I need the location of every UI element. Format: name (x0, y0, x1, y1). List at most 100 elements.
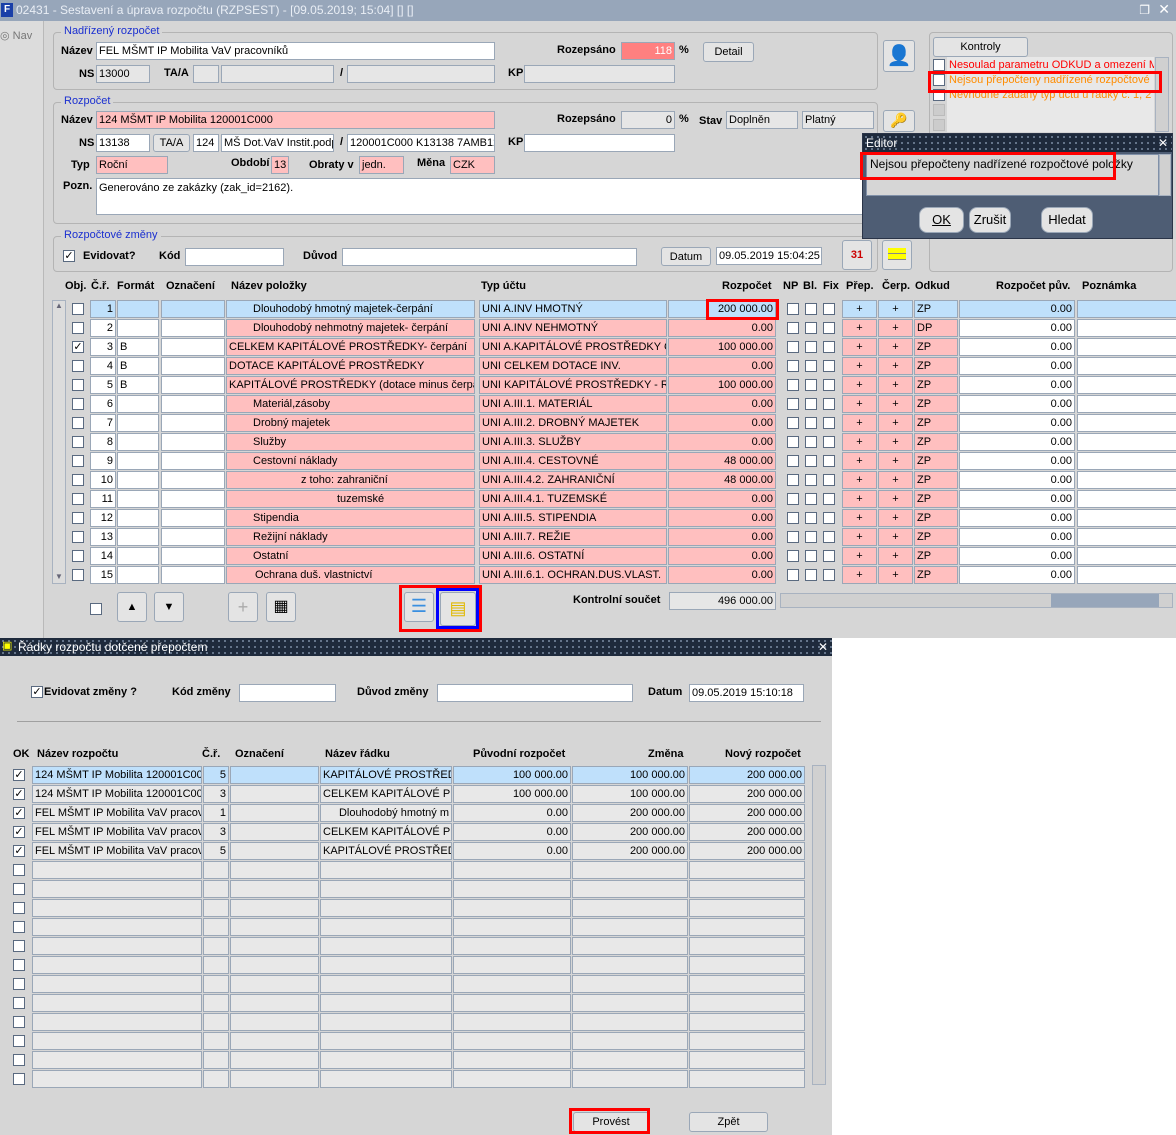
budget-cell[interactable]: 0.00 (668, 528, 776, 546)
obj-checkbox[interactable]: ✓ (72, 341, 84, 353)
budget-cell[interactable]: 0.00 (668, 414, 776, 432)
note-field[interactable]: Generováno ze zakázky (zak_id=2162). (96, 178, 866, 215)
dialog-radek-cell[interactable]: CELKEM KAPITÁLOVÉ PRC (320, 823, 452, 841)
np-checkbox[interactable] (787, 303, 799, 315)
dialog-novy-cell[interactable] (689, 937, 805, 955)
dialog-nazev-cell[interactable]: FEL MŠMT IP Mobilita VaV pracovn (32, 804, 202, 822)
reason-field[interactable] (342, 248, 637, 266)
dialog-nazev-cell[interactable]: 124 MŠMT IP Mobilita 120001C000 (32, 766, 202, 784)
dialog-cr-cell[interactable] (203, 956, 229, 974)
original-budget-cell[interactable]: 0.00 (959, 528, 1075, 546)
dialog-cr-cell[interactable] (203, 1013, 229, 1031)
note-cell[interactable] (1077, 376, 1176, 394)
fix-checkbox[interactable] (823, 398, 835, 410)
bl-checkbox[interactable] (805, 455, 817, 467)
recalc-button[interactable]: + (842, 376, 877, 394)
np-checkbox[interactable] (787, 474, 799, 486)
source-cell[interactable]: ZP (914, 528, 958, 546)
budget-ns-field[interactable]: 13138 (96, 134, 150, 152)
dialog-nazev-cell[interactable] (32, 880, 202, 898)
bl-checkbox[interactable] (805, 360, 817, 372)
bl-checkbox[interactable] (805, 303, 817, 315)
dialog-puv-cell[interactable] (453, 861, 571, 879)
fix-checkbox[interactable] (823, 360, 835, 372)
np-checkbox[interactable] (787, 512, 799, 524)
dialog-novy-cell[interactable] (689, 1013, 805, 1031)
checks-button[interactable]: Kontroly (933, 37, 1028, 57)
dialog-novy-cell[interactable] (689, 1051, 805, 1069)
date-field[interactable]: 09.05.2019 15:10:18 (689, 684, 804, 702)
editor-cancel-button[interactable]: Zrušit (969, 207, 1011, 233)
dialog-puv-cell[interactable] (453, 956, 571, 974)
draw-button[interactable]: + (878, 566, 913, 584)
editor-scrollbar[interactable] (1159, 154, 1171, 196)
np-checkbox[interactable] (787, 379, 799, 391)
account-type-cell[interactable]: UNI A.INV HMOTNÝ (479, 300, 667, 318)
ok-checkbox[interactable] (13, 1016, 25, 1028)
record-changes-checkbox[interactable]: ✓ (31, 686, 43, 698)
obj-checkbox[interactable] (72, 398, 84, 410)
dialog-cr-cell[interactable] (203, 937, 229, 955)
currency-field[interactable]: CZK (450, 156, 495, 174)
dialog-puv-cell[interactable] (453, 880, 571, 898)
bl-checkbox[interactable] (805, 436, 817, 448)
ok-checkbox[interactable]: ✓ (13, 807, 25, 819)
ok-checkbox[interactable] (13, 1054, 25, 1066)
source-cell[interactable]: ZP (914, 376, 958, 394)
dialog-nazev-cell[interactable] (32, 1051, 202, 1069)
dialog-cr-cell[interactable] (203, 1051, 229, 1069)
calendar-icon[interactable]: 31 (842, 240, 872, 270)
bl-checkbox[interactable] (805, 398, 817, 410)
label-cell[interactable] (161, 433, 225, 451)
dialog-novy-cell[interactable]: 200 000.00 (689, 785, 805, 803)
dialog-oznaceni-cell[interactable] (230, 994, 319, 1012)
dialog-zmena-cell[interactable] (572, 1051, 688, 1069)
account-type-cell[interactable]: UNI A.III.4.2. ZAHRANIČNÍ (479, 471, 667, 489)
ok-checkbox[interactable] (13, 1035, 25, 1047)
note-cell[interactable] (1077, 452, 1176, 470)
budget-account-field[interactable]: 120001C000 K13138 7AMB12 (347, 134, 495, 152)
check-item-text[interactable]: Nesoulad parametru ODKUD a omezení MD (949, 59, 1154, 71)
recalc-button[interactable]: + (842, 509, 877, 527)
status-field[interactable]: Doplněn (726, 111, 798, 129)
dialog-nazev-cell[interactable]: FEL MŠMT IP Mobilita VaV pracovn (32, 823, 202, 841)
original-budget-cell[interactable]: 0.00 (959, 433, 1075, 451)
item-name-cell[interactable]: DOTACE KAPITÁLOVÉ PROSTŘEDKY (226, 357, 475, 375)
dialog-radek-cell[interactable] (320, 1051, 452, 1069)
back-button[interactable]: Zpět (689, 1112, 768, 1132)
dialog-puv-cell[interactable]: 0.00 (453, 823, 571, 841)
dialog-zmena-cell[interactable] (572, 1070, 688, 1088)
dialog-novy-cell[interactable] (689, 899, 805, 917)
dialog-puv-cell[interactable] (453, 975, 571, 993)
obj-checkbox[interactable] (72, 417, 84, 429)
note-cell[interactable] (1077, 433, 1176, 451)
label-cell[interactable] (161, 452, 225, 470)
insert-row-icon[interactable]: + (228, 592, 258, 622)
dialog-nazev-cell[interactable] (32, 899, 202, 917)
draw-button[interactable]: + (878, 433, 913, 451)
budget-cell[interactable]: 0.00 (668, 433, 776, 451)
ok-checkbox[interactable] (13, 902, 25, 914)
dialog-oznaceni-cell[interactable] (230, 861, 319, 879)
dialog-zmena-cell[interactable] (572, 861, 688, 879)
source-cell[interactable]: ZP (914, 357, 958, 375)
obj-checkbox[interactable] (72, 436, 84, 448)
person-icon[interactable]: 👤 (883, 40, 915, 72)
item-name-cell[interactable]: Ochrana duš. vlastnictví (226, 566, 475, 584)
dialog-nazev-cell[interactable] (32, 918, 202, 936)
format-cell[interactable] (117, 471, 159, 489)
label-cell[interactable] (161, 566, 225, 584)
note-cell[interactable] (1077, 509, 1176, 527)
original-budget-cell[interactable]: 0.00 (959, 471, 1075, 489)
dialog-radek-cell[interactable] (320, 880, 452, 898)
dialog-novy-cell[interactable]: 200 000.00 (689, 804, 805, 822)
bl-checkbox[interactable] (805, 379, 817, 391)
recalc-button[interactable]: + (842, 433, 877, 451)
label-cell[interactable] (161, 509, 225, 527)
calculator-icon[interactable]: ▦ (266, 592, 296, 622)
dialog-oznaceni-cell[interactable] (230, 804, 319, 822)
dialog-zmena-cell[interactable] (572, 899, 688, 917)
dialog-novy-cell[interactable]: 200 000.00 (689, 823, 805, 841)
bl-checkbox[interactable] (805, 531, 817, 543)
format-cell[interactable]: B (117, 357, 159, 375)
